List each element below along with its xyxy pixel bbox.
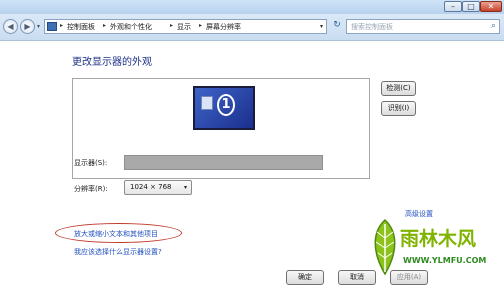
search-icon[interactable]: ⌕: [491, 21, 496, 31]
minimize-button[interactable]: –: [444, 1, 462, 12]
leaf-logo-icon: [374, 218, 396, 276]
chevron-down-icon: ▾: [183, 184, 187, 191]
watermark-url: WWW.YLMFU.COM: [403, 256, 487, 265]
ok-button[interactable]: 确定: [286, 270, 324, 285]
maximize-button[interactable]: □: [462, 1, 480, 12]
breadcrumb-display[interactable]: 显示: [177, 22, 191, 32]
monitor-1-icon[interactable]: 1: [193, 86, 255, 130]
detect-button[interactable]: 检测(C): [381, 81, 416, 96]
window-thumbnail-icon: [201, 96, 213, 110]
search-box[interactable]: 搜索控制面板 ⌕: [346, 19, 500, 34]
display-settings-help-link[interactable]: 我应该选择什么显示器设置?: [74, 247, 162, 257]
breadcrumb-appearance[interactable]: 外观和个性化: [110, 22, 152, 32]
back-button[interactable]: ◀: [3, 19, 18, 34]
monitor-number: 1: [217, 94, 235, 116]
navigation-bar: ◀ ▶ ▾ ▸ 控制面板 ▸ 外观和个性化 ▸ 显示 ▸ 屏幕分辨率 ▾ ↻ 搜…: [0, 14, 504, 41]
identify-button[interactable]: 识别(I): [381, 101, 416, 116]
forward-button[interactable]: ▶: [20, 19, 35, 34]
recent-pages-dropdown[interactable]: ▾: [37, 23, 40, 30]
breadcrumb-separator[interactable]: ▸: [199, 22, 202, 29]
maximize-icon: □: [467, 2, 475, 11]
breadcrumb-separator[interactable]: ▸: [170, 22, 173, 29]
resolution-select[interactable]: 1024 × 768 ▾: [124, 180, 192, 195]
breadcrumb-separator[interactable]: ▸: [103, 22, 106, 29]
refresh-icon: ↻: [333, 20, 341, 30]
display-select[interactable]: [124, 155, 323, 170]
control-panel-window: – □ ✕ ◀ ▶ ▾ ▸ 控制面板 ▸ 外观和个性化 ▸ 显示 ▸ 屏幕分辨率…: [0, 0, 504, 285]
breadcrumb-screen-resolution[interactable]: 屏幕分辨率: [206, 22, 241, 32]
ylmf-watermark: 雨林木风 WWW.YLMFU.COM: [368, 216, 500, 278]
close-icon: ✕: [487, 2, 495, 11]
breadcrumb-separator[interactable]: ▸: [60, 22, 63, 29]
breadcrumb-control-panel[interactable]: 控制面板: [67, 22, 95, 32]
watermark-logo-text: 雨林木风: [400, 228, 477, 250]
refresh-button[interactable]: ↻: [330, 20, 344, 33]
control-panel-icon: [47, 22, 57, 31]
close-button[interactable]: ✕: [480, 1, 502, 12]
back-arrow-icon: ◀: [7, 22, 14, 31]
forward-arrow-icon: ▶: [24, 22, 31, 31]
address-bar[interactable]: ▸ 控制面板 ▸ 外观和个性化 ▸ 显示 ▸ 屏幕分辨率 ▾: [44, 19, 327, 34]
minimize-icon: –: [451, 2, 455, 11]
resolution-label: 分辨率(R):: [74, 185, 108, 193]
page-title: 更改显示器的外观: [72, 57, 152, 68]
title-bar: – □ ✕: [0, 0, 504, 14]
search-input[interactable]: 搜索控制面板: [351, 22, 393, 32]
display-label: 显示器(S):: [74, 159, 108, 167]
resolution-value: 1024 × 768: [130, 183, 172, 191]
address-dropdown-icon[interactable]: ▾: [320, 23, 323, 30]
text-size-link[interactable]: 放大或缩小文本和其他项目: [74, 229, 158, 239]
